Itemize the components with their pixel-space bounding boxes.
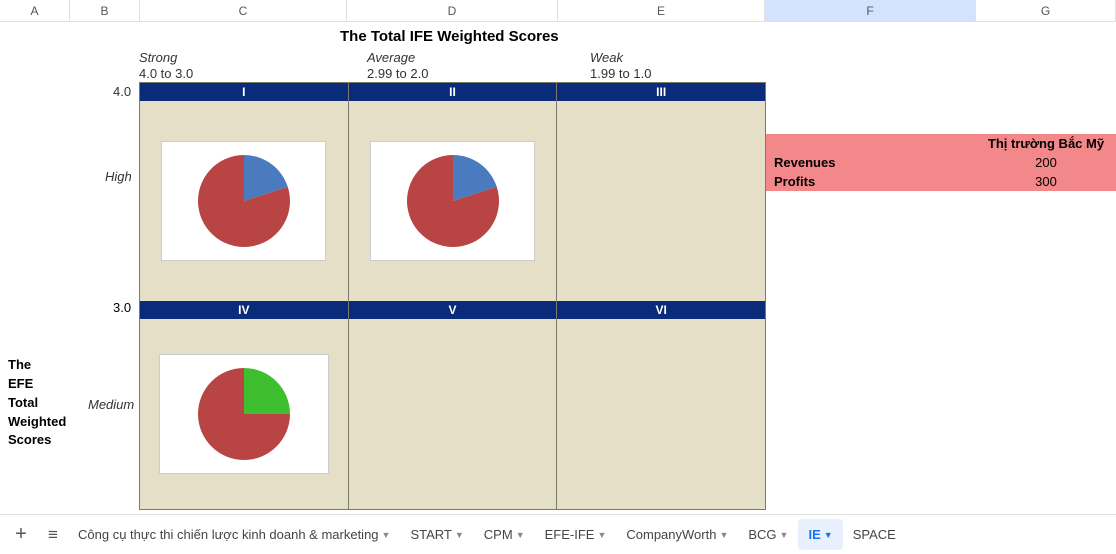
tab-ie[interactable]: IE ▼ [798,519,842,550]
chevron-down-icon: ▼ [516,530,525,540]
sheet-tabs: + ≡ Công cụ thực thi chiến lược kinh doa… [0,514,1116,554]
col-header-f[interactable]: F [765,0,976,21]
matrix-row-1 [140,101,765,301]
row-label-medium: Medium [88,397,134,412]
tab-label: IE [808,527,820,542]
chevron-down-icon: ▼ [597,530,606,540]
axis-label-4: 4.0 [113,84,131,99]
tab-space[interactable]: SPACE [843,519,906,550]
tab-cpm[interactable]: CPM▼ [474,519,535,550]
col-header-e[interactable]: E [558,0,765,21]
cell-iv[interactable] [140,319,349,509]
tab-main[interactable]: Công cụ thực thi chiến lược kinh doanh &… [68,519,400,550]
block-row-label: Revenues [766,153,976,172]
band-cell-ii: II [349,83,558,101]
cell-i[interactable] [140,101,349,301]
tab-label: Công cụ thực thi chiến lược kinh doanh &… [78,527,379,542]
col-header-b[interactable]: B [70,0,140,21]
axis-label-3: 3.0 [113,300,131,315]
band-row-2: IV V VI [140,301,765,319]
chevron-down-icon: ▼ [824,530,833,540]
col-header-c[interactable]: C [140,0,347,21]
block-row-label: Profits [766,172,976,191]
pie-chart-iv[interactable] [159,354,329,474]
all-sheets-button[interactable]: ≡ [38,525,68,545]
tab-bcg[interactable]: BCG ▼ [738,519,798,550]
side-label: TheEFETotalWeightedScores [8,356,66,450]
heading-average: Average [367,50,415,65]
tab-label: START [410,527,451,542]
chevron-down-icon: ▼ [455,530,464,540]
chevron-down-icon: ▼ [382,530,391,540]
ie-matrix: I II III IV V VI [139,82,766,510]
tab-label: CompanyWorth [626,527,716,542]
cell-vi[interactable] [557,319,765,509]
chevron-down-icon: ▼ [719,530,728,540]
tab-label: EFE-IFE [545,527,595,542]
band-cell-iii: III [557,83,765,101]
pie-chart-i[interactable] [161,141,326,261]
cell-v[interactable] [349,319,558,509]
data-block[interactable]: Thị trường Bắc Mỹ Revenues 200 Profits 3… [766,134,1116,191]
pie-chart-ii[interactable] [370,141,535,261]
block-row-value: 200 [976,153,1116,172]
tab-efe-ife[interactable]: EFE-IFE▼ [535,519,617,550]
chart-title: The Total IFE Weighted Scores [340,28,559,45]
tab-companyworth[interactable]: CompanyWorth▼ [616,519,738,550]
col-header-g[interactable]: G [976,0,1116,21]
band-row-1: I II III [140,83,765,101]
tab-label: SPACE [853,527,896,542]
cell-ii[interactable] [349,101,558,301]
heading-strong-range: 4.0 to 3.0 [139,66,193,81]
cell-iii[interactable] [557,101,765,301]
band-cell-vi: VI [557,301,765,319]
column-headers: ABCDEFG [0,0,1116,22]
heading-strong: Strong [139,50,177,65]
band-cell-i: I [140,83,349,101]
chevron-down-icon: ▼ [780,530,789,540]
block-row-value: 300 [976,172,1116,191]
row-label-high: High [105,169,132,184]
tab-start[interactable]: START ▼ [400,519,473,550]
sheet-area: The Total IFE Weighted Scores Strong 4.0… [0,22,1116,514]
col-header-a[interactable]: A [0,0,70,21]
band-cell-v: V [349,301,558,319]
heading-average-range: 2.99 to 2.0 [367,66,428,81]
heading-weak-range: 1.99 to 1.0 [590,66,651,81]
band-cell-iv: IV [140,301,349,319]
heading-weak: Weak [590,50,623,65]
matrix-row-2 [140,319,765,509]
col-header-d[interactable]: D [347,0,558,21]
tab-label: BCG [748,527,776,542]
tab-label: CPM [484,527,513,542]
add-sheet-button[interactable]: + [4,523,38,546]
block-header: Thị trường Bắc Mỹ [976,134,1116,153]
